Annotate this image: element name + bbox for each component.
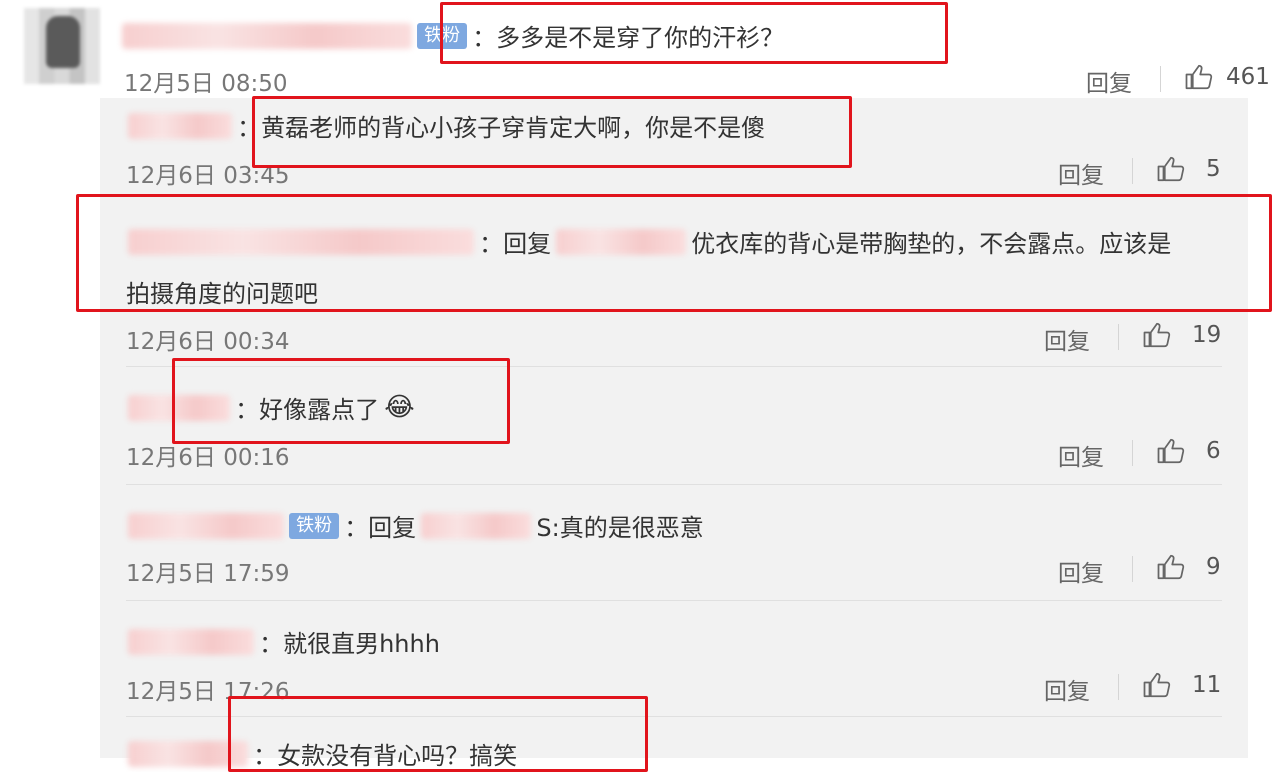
reply-4-header: 铁粉 ：回复 S:真的是很恶意	[128, 508, 704, 543]
reply-button[interactable]: 回复	[1058, 156, 1104, 190]
username-blurred[interactable]	[128, 740, 248, 767]
username-blurred[interactable]	[128, 112, 232, 139]
like-count: 19	[1192, 322, 1222, 348]
row-divider	[126, 716, 1222, 717]
reply-button[interactable]: 回复	[1044, 322, 1090, 356]
like-count: 9	[1206, 554, 1221, 580]
replies-panel: ：黄磊老师的背心小孩子穿肯定大啊，你是不是傻 12月6日 03:45 回复 5 …	[100, 98, 1248, 770]
like-count: 461	[1226, 64, 1270, 90]
divider	[1132, 440, 1133, 466]
reply-text: ：女款没有背心吗？搞笑	[253, 742, 518, 770]
reply-text: 优衣库的背心是带胸垫的，不会露点。应该是	[691, 230, 1172, 258]
reply-prefix: ：回复	[479, 230, 552, 258]
mention-blurred[interactable]	[556, 228, 687, 255]
divider	[1118, 324, 1119, 350]
reply-date: 12月5日 17:26	[126, 679, 290, 705]
reply-6-header: ：女款没有背心吗？搞笑	[128, 736, 517, 771]
comment-header: 铁粉 ：多多是不是穿了你的汗衫？	[122, 18, 784, 53]
username-blurred[interactable]	[128, 512, 284, 539]
reply-5-header: ：就很直男hhhh	[128, 624, 440, 659]
username-blurred[interactable]	[122, 22, 412, 49]
row-divider	[126, 366, 1222, 367]
thumbs-up-icon[interactable]	[1156, 436, 1186, 466]
thumbs-up-icon[interactable]	[1142, 670, 1172, 700]
fan-badge: 铁粉	[289, 512, 340, 539]
reply-text: ：好像露点了	[235, 396, 380, 424]
divider	[1132, 556, 1133, 582]
divider	[1132, 158, 1133, 184]
username-blurred[interactable]	[128, 228, 474, 255]
reply-date: 12月6日 00:34	[126, 329, 290, 355]
mention-blurred[interactable]	[421, 512, 532, 539]
top-comment: 铁粉 ：多多是不是穿了你的汗衫？ 12月5日 08:50 回复 461	[0, 0, 1280, 98]
reply-2-continuation: 拍摄角度的问题吧	[126, 274, 318, 309]
like-count: 5	[1206, 156, 1221, 182]
reply-prefix: ：回复	[344, 514, 417, 542]
reply-date: 12月6日 03:45	[126, 163, 290, 189]
reply-button[interactable]: 回复	[1058, 554, 1104, 588]
reply-3-header: ：好像露点了 😂	[128, 390, 415, 425]
divider	[1118, 674, 1119, 700]
reply-button[interactable]: 回复	[1058, 438, 1104, 472]
reply-text: ：就很直男hhhh	[259, 630, 440, 658]
row-divider	[126, 600, 1222, 601]
like-count: 6	[1206, 438, 1221, 464]
row-divider	[126, 484, 1222, 485]
reply-date: 12月5日 17:59	[126, 561, 290, 587]
row-divider	[126, 196, 1222, 197]
username-blurred[interactable]	[128, 628, 254, 655]
comment-date: 12月5日 08:50	[124, 71, 288, 97]
avatar[interactable]	[24, 8, 100, 84]
reply-text: S:真的是很恶意	[536, 514, 704, 542]
reply-button[interactable]: 回复	[1044, 672, 1090, 706]
reply-text: ：黄磊老师的背心小孩子穿肯定大啊，你是不是傻	[237, 114, 766, 142]
fan-badge: 铁粉	[417, 22, 468, 49]
reply-date: 12月6日 00:16	[126, 445, 290, 471]
thumbs-up-icon[interactable]	[1156, 552, 1186, 582]
like-count: 11	[1192, 672, 1222, 698]
username-blurred[interactable]	[128, 394, 230, 421]
comment-text: ：多多是不是穿了你的汗衫？	[472, 24, 785, 52]
thumbs-up-icon[interactable]	[1156, 154, 1186, 184]
reply-1-header: ：黄磊老师的背心小孩子穿肯定大啊，你是不是傻	[128, 108, 765, 143]
reply-text-cont: 拍摄角度的问题吧	[126, 280, 318, 308]
thumbs-up-icon[interactable]	[1142, 320, 1172, 350]
reply-2-header: ：回复 优衣库的背心是带胸垫的，不会露点。应该是	[128, 224, 1171, 259]
laughing-crying-emoji-icon: 😂	[384, 392, 415, 423]
thumbs-up-icon[interactable]	[1184, 62, 1214, 92]
divider	[1160, 66, 1161, 92]
reply-button[interactable]: 回复	[1086, 64, 1132, 98]
